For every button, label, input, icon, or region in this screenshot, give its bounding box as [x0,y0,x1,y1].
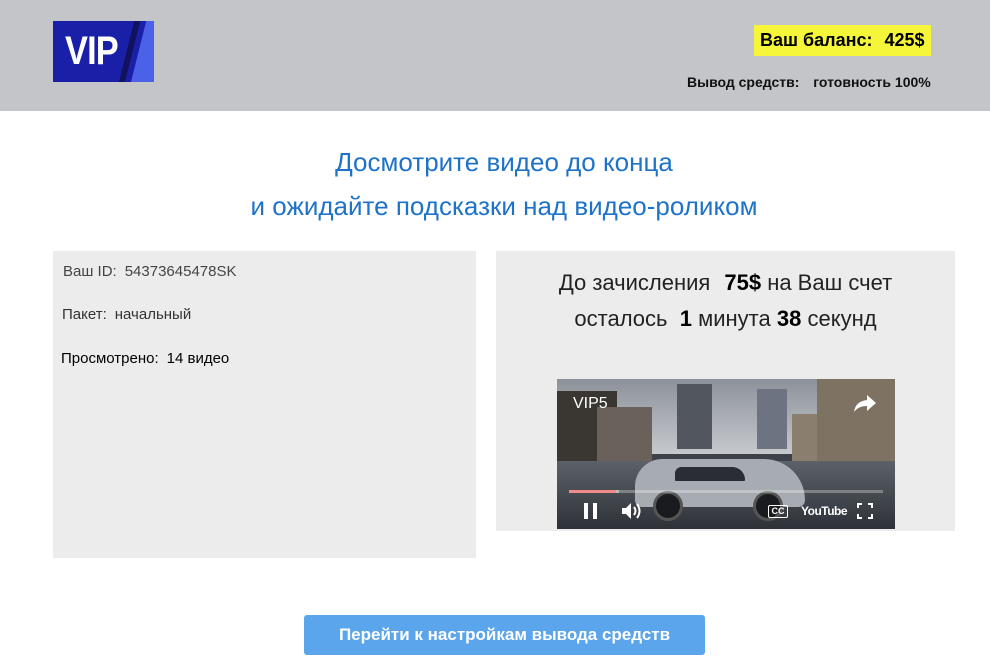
minutes-label: минута [698,306,771,331]
withdraw-status: Вывод средств: готовность 100% [687,74,931,90]
balance-badge: Ваш баланс: 425$ [754,25,931,56]
minutes-value: 1 [679,306,692,331]
withdraw-label: Вывод средств: [687,74,800,90]
viewed-value: 14 видео [166,350,230,367]
user-id-value: 54373645478SK [124,263,237,280]
user-id-row: Ваш ID: 54373645478SK [63,263,237,280]
remaining-label: осталось [574,306,668,331]
profile-panel: Ваш ID: 54373645478SK Пакет: начальный Про… [53,251,476,558]
video-frame-building [677,384,712,449]
vip-logo[interactable]: VIP [53,21,154,82]
header: VIP Ваш баланс: 425$ Вывод средств: гото… [0,0,990,111]
headline-line-2: и ожидайте подсказки над видео-роликом [250,191,758,221]
seconds-label: секунд [807,306,877,331]
volume-icon[interactable] [621,502,643,520]
countdown-line-2: осталось 1 минута 38 секунд [496,301,955,337]
countdown-text: До зачисления 75$ на Ваш счет осталось 1 … [496,265,955,337]
countdown-prefix: До зачисления [558,270,711,295]
video-title[interactable]: VIP5 [573,395,608,413]
viewed-row: Просмотрено: 14 видео [61,350,229,367]
balance-value: 425$ [884,30,925,50]
countdown-suffix: на Ваш счет [767,270,893,295]
youtube-brand: YouTube [801,504,848,518]
video-buffer-bar [569,490,620,493]
video-progress-bar[interactable] [569,490,883,493]
logo-text: VIP [65,29,119,73]
package-row: Пакет: начальный [62,306,191,323]
pause-icon[interactable] [584,503,598,519]
balance-label: Ваш баланс: [760,30,873,50]
headline-line-1: Досмотрите видео до конца [335,147,673,177]
seconds-value: 38 [776,306,802,331]
share-icon[interactable] [853,393,877,413]
viewed-label: Просмотрено: [61,350,159,367]
cc-icon[interactable]: CC [768,505,788,518]
package-value: начальный [114,306,192,323]
countdown-line-1: До зачисления 75$ на Ваш счет [496,265,955,301]
package-label: Пакет: [62,306,107,323]
page: VIP Ваш баланс: 425$ Вывод средств: гото… [0,0,990,656]
countdown-amount: 75$ [724,270,762,295]
withdraw-value: готовность 100% [813,74,931,90]
headline: Досмотрите видео до конца и ожидайте под… [0,140,990,228]
video-player[interactable]: VIP5 CC YouTube [557,379,895,529]
youtube-logo[interactable]: YouTube [801,503,848,519]
fullscreen-icon[interactable] [857,503,873,519]
user-id-label: Ваш ID: [63,263,117,280]
video-frame-wheel [653,491,683,521]
video-frame-building [757,389,787,449]
withdraw-settings-button[interactable]: Перейти к настройкам вывода средств [304,615,705,655]
